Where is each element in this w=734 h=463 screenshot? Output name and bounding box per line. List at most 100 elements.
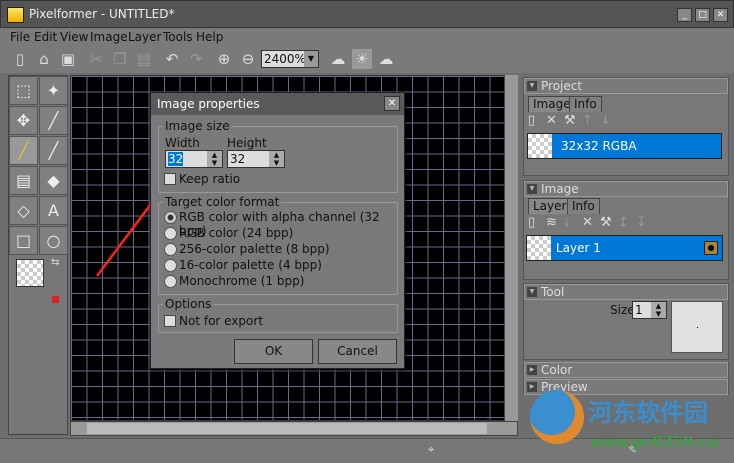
- tab-project-info[interactable]: Info: [569, 96, 602, 112]
- minimize-button[interactable]: _: [677, 8, 692, 22]
- redo-icon[interactable]: ↷: [186, 49, 206, 69]
- cloud-sun-icon[interactable]: ☁: [328, 49, 348, 69]
- size-input[interactable]: 1 ▲ ▼: [632, 301, 667, 319]
- expand-icon: ▶: [527, 365, 537, 375]
- close-button[interactable]: ✕: [713, 8, 728, 22]
- move-down-icon[interactable]: ↓: [600, 113, 611, 128]
- menu-file[interactable]: File: [10, 30, 30, 44]
- paste-icon[interactable]: ▤: [134, 49, 154, 69]
- format-radio-4bpp[interactable]: [164, 259, 177, 272]
- menu-tools[interactable]: Tools: [163, 30, 193, 44]
- layer-up-icon[interactable]: ↥: [618, 215, 629, 230]
- tab-image-info[interactable]: Info: [567, 198, 600, 214]
- menu-help[interactable]: Help: [196, 30, 223, 44]
- cancel-button[interactable]: Cancel: [318, 339, 397, 364]
- format-label: 256-color palette (8 bpp): [179, 242, 330, 256]
- collapse-icon: ▼: [527, 184, 537, 194]
- delete-icon[interactable]: ✕: [546, 113, 557, 128]
- new-layer-icon[interactable]: ▯: [528, 215, 535, 230]
- brush-icon[interactable]: ╱: [39, 136, 68, 165]
- menu-edit[interactable]: Edit: [34, 30, 57, 44]
- format-radio-8bpp[interactable]: [164, 243, 177, 256]
- magic-wand-icon[interactable]: ✦: [39, 76, 68, 105]
- cut-icon[interactable]: ✂: [86, 49, 106, 69]
- eraser-icon[interactable]: ◇: [9, 196, 38, 225]
- layer-down-icon[interactable]: ↧: [636, 215, 647, 230]
- zoom-out-icon[interactable]: ⊖: [238, 49, 258, 69]
- tool-header[interactable]: ▼ Tool: [524, 284, 728, 300]
- scroll-thumb[interactable]: [87, 423, 487, 434]
- ok-button[interactable]: OK: [234, 339, 313, 364]
- image-list-item[interactable]: 32x32 RGBA: [527, 133, 722, 159]
- color-header[interactable]: ▶ Color: [524, 362, 728, 378]
- keep-ratio-label: Keep ratio: [179, 172, 241, 186]
- swap-colors-icon[interactable]: ⇆: [51, 257, 59, 268]
- menu-layer[interactable]: Layer: [128, 30, 161, 44]
- vertical-scrollbar[interactable]: [504, 75, 518, 421]
- save-icon[interactable]: ▣: [58, 49, 78, 69]
- new-icon[interactable]: ▯: [10, 49, 30, 69]
- primary-color-swatch[interactable]: [16, 259, 44, 287]
- eye-visibility-icon[interactable]: [704, 241, 718, 255]
- properties-wrench-icon[interactable]: ⚒: [564, 113, 576, 128]
- image-header[interactable]: ▼ Image: [524, 181, 728, 197]
- zoom-select[interactable]: 2400% ▼: [261, 50, 319, 68]
- menu-view[interactable]: View: [60, 30, 88, 44]
- watermark-logo: [530, 390, 584, 444]
- layer-thumbnail: [527, 236, 551, 260]
- dialog-close-button[interactable]: ✕: [384, 96, 400, 111]
- eyedropper-icon[interactable]: ╱: [39, 106, 68, 135]
- red-indicator: [52, 296, 59, 303]
- layer-properties-icon[interactable]: ⚒: [600, 215, 612, 230]
- move-icon[interactable]: ✥: [9, 106, 38, 135]
- gradient-icon[interactable]: ▤: [9, 166, 38, 195]
- horizontal-scrollbar[interactable]: [70, 421, 518, 436]
- move-up-icon[interactable]: ↑: [582, 113, 593, 128]
- not-for-export-checkbox[interactable]: [164, 315, 176, 327]
- color-format-legend: Target color format: [165, 195, 280, 209]
- project-header[interactable]: ▼ Project: [524, 78, 728, 94]
- open-icon[interactable]: ⌂: [34, 49, 54, 69]
- new-image-icon[interactable]: ▯: [528, 113, 535, 128]
- format-label: 16-color palette (4 bpp): [179, 258, 322, 272]
- height-input[interactable]: 32 ▲ ▼: [227, 150, 285, 168]
- layer-list-item[interactable]: Layer 1: [526, 235, 723, 261]
- project-title: Project: [541, 79, 583, 93]
- format-radio-24bpp[interactable]: [164, 227, 177, 240]
- undo-icon[interactable]: ↶: [162, 49, 182, 69]
- keep-ratio-checkbox[interactable]: [164, 173, 176, 185]
- zoom-in-icon[interactable]: ⊕: [214, 49, 234, 69]
- width-input[interactable]: 32 ▲ ▼: [165, 150, 223, 168]
- format-radio-1bpp[interactable]: [164, 275, 177, 288]
- mountain-icon[interactable]: ☁: [376, 49, 396, 69]
- menu-bar: File Edit View Image Layer Tools Help: [0, 28, 734, 46]
- image-item-label: 32x32 RGBA: [561, 139, 637, 153]
- dialog-title: Image properties: [151, 93, 404, 115]
- fill-bucket-icon[interactable]: ◆: [39, 166, 68, 195]
- rect-select-icon[interactable]: ⬚: [9, 76, 38, 105]
- watermark-text: 河东软件园: [588, 399, 708, 427]
- title-bar: Pixelformer - UNTITLED* _ □ ✕: [0, 0, 734, 28]
- copy-icon[interactable]: ❐: [110, 49, 130, 69]
- pencil-icon[interactable]: ╱: [9, 136, 38, 165]
- width-stepper[interactable]: ▲ ▼: [207, 151, 222, 167]
- layer-label: Layer 1: [556, 241, 601, 255]
- delete-layer-icon[interactable]: ✕: [582, 215, 593, 230]
- ellipse-icon[interactable]: ○: [39, 226, 68, 255]
- height-stepper[interactable]: ▲ ▼: [269, 151, 284, 167]
- tool-title: Tool: [541, 285, 565, 299]
- menu-image[interactable]: Image: [90, 30, 128, 44]
- merge-down-icon[interactable]: ⤓: [564, 215, 570, 230]
- duplicate-layer-icon[interactable]: ≋: [546, 215, 557, 230]
- not-for-export-label: Not for export: [179, 314, 264, 328]
- size-stepper[interactable]: ▲ ▼: [651, 302, 666, 318]
- watermark-url: www.pc0359.cn: [590, 433, 720, 451]
- project-panel: ▼ Project Images Info ▯ ✕ ⚒ ↑ ↓ 32x32 RGB…: [523, 77, 729, 176]
- chevron-down-icon: ▼: [304, 51, 318, 67]
- maximize-button[interactable]: □: [695, 8, 710, 22]
- format-radio-32bpp[interactable]: [164, 211, 177, 224]
- text-icon[interactable]: A: [39, 196, 68, 225]
- sun-icon[interactable]: ☀: [352, 49, 372, 69]
- rectangle-icon[interactable]: □: [9, 226, 38, 255]
- tool-panel: ▼ Tool Size: 1 ▲ ▼: [523, 283, 729, 360]
